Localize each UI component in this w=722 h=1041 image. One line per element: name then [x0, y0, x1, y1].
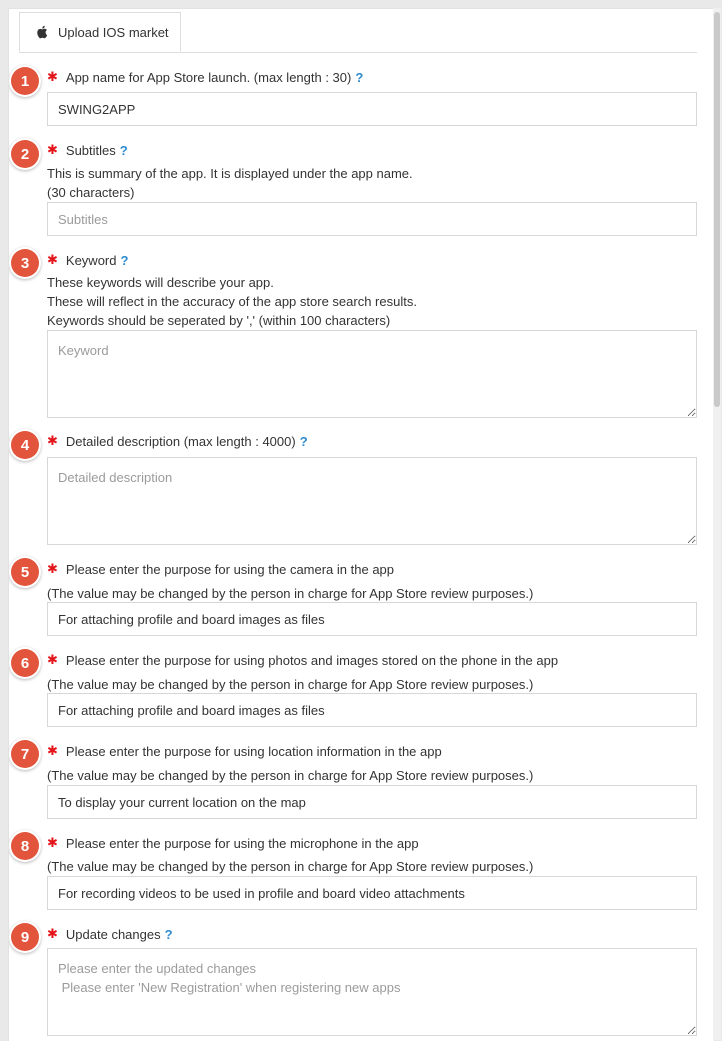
detailed-description-textarea[interactable] [47, 457, 697, 545]
field-label-row: ✱ Update changes ? [47, 926, 173, 942]
step-badge: 7 [11, 740, 39, 768]
camera-purpose-input[interactable] [47, 602, 697, 636]
subtitles-input[interactable] [47, 202, 697, 236]
field-label: Please enter the purpose for using the m… [65, 835, 419, 851]
field-label: Please enter the purpose for using photo… [65, 652, 559, 668]
scrollbar-thumb[interactable] [714, 12, 720, 407]
required-asterisk-icon: ✱ [47, 926, 58, 941]
field-label-row: ✱ Detailed description (max length : 400… [47, 433, 308, 449]
update-changes-textarea[interactable] [47, 948, 697, 1036]
field-label-row: ✱ Please enter the purpose for using loc… [47, 743, 442, 759]
field-label: Keyword [65, 252, 117, 268]
tab-upload-ios-market[interactable]: Upload IOS market [19, 12, 181, 52]
field-description: This is summary of the app. It is displa… [47, 166, 413, 200]
field-label-row: ✱ Subtitles ? [47, 142, 128, 158]
photos-purpose-input[interactable] [47, 693, 697, 727]
required-asterisk-icon: ✱ [47, 652, 58, 667]
microphone-purpose-input[interactable] [47, 876, 697, 910]
help-icon[interactable]: ? [300, 434, 308, 449]
required-asterisk-icon: ✱ [47, 561, 58, 576]
step-badge: 8 [11, 832, 39, 860]
field-label-row: ✱ Please enter the purpose for using the… [47, 561, 394, 577]
keyword-textarea[interactable] [47, 330, 697, 418]
help-icon[interactable]: ? [355, 70, 363, 85]
required-asterisk-icon: ✱ [47, 835, 58, 850]
field-description: These keywords will describe your app. T… [47, 275, 417, 328]
step-badge: 6 [11, 649, 39, 677]
field-label-row: ✱ Please enter the purpose for using the… [47, 835, 419, 851]
help-icon[interactable]: ? [165, 927, 173, 942]
field-label: Detailed description (max length : 4000) [65, 433, 296, 449]
required-asterisk-icon: ✱ [47, 69, 58, 84]
step-badge: 1 [11, 67, 39, 95]
required-asterisk-icon: ✱ [47, 252, 58, 267]
field-label: Please enter the purpose for using locat… [65, 743, 442, 759]
step-badge: 9 [11, 923, 39, 951]
field-label-row: ✱ Please enter the purpose for using pho… [47, 652, 558, 668]
field-label-row: ✱ Keyword ? [47, 252, 128, 268]
field-label: Update changes [65, 926, 161, 942]
location-purpose-input[interactable] [47, 785, 697, 819]
upload-panel: Upload IOS market 1 ✱ App name for App S… [8, 8, 715, 1041]
required-asterisk-icon: ✱ [47, 142, 58, 157]
field-description: (The value may be changed by the person … [47, 586, 534, 601]
step-badge: 3 [11, 249, 39, 277]
field-description: (The value may be changed by the person … [47, 768, 534, 783]
app-name-input[interactable] [47, 92, 697, 126]
field-label: Please enter the purpose for using the c… [65, 561, 395, 577]
tab-bar: Upload IOS market [19, 12, 697, 53]
help-icon[interactable]: ? [120, 253, 128, 268]
field-label: Subtitles [65, 142, 116, 158]
apple-icon [36, 25, 48, 39]
field-description: (The value may be changed by the person … [47, 677, 534, 692]
help-icon[interactable]: ? [120, 143, 128, 158]
step-badge: 4 [11, 431, 39, 459]
field-label-row: ✱ App name for App Store launch. (max le… [47, 69, 363, 85]
required-asterisk-icon: ✱ [47, 743, 58, 758]
required-asterisk-icon: ✱ [47, 433, 58, 448]
step-badge: 5 [11, 558, 39, 586]
field-label: App name for App Store launch. (max leng… [65, 69, 352, 85]
tab-label: Upload IOS market [58, 24, 169, 40]
step-badge: 2 [11, 140, 39, 168]
field-description: (The value may be changed by the person … [47, 859, 534, 874]
